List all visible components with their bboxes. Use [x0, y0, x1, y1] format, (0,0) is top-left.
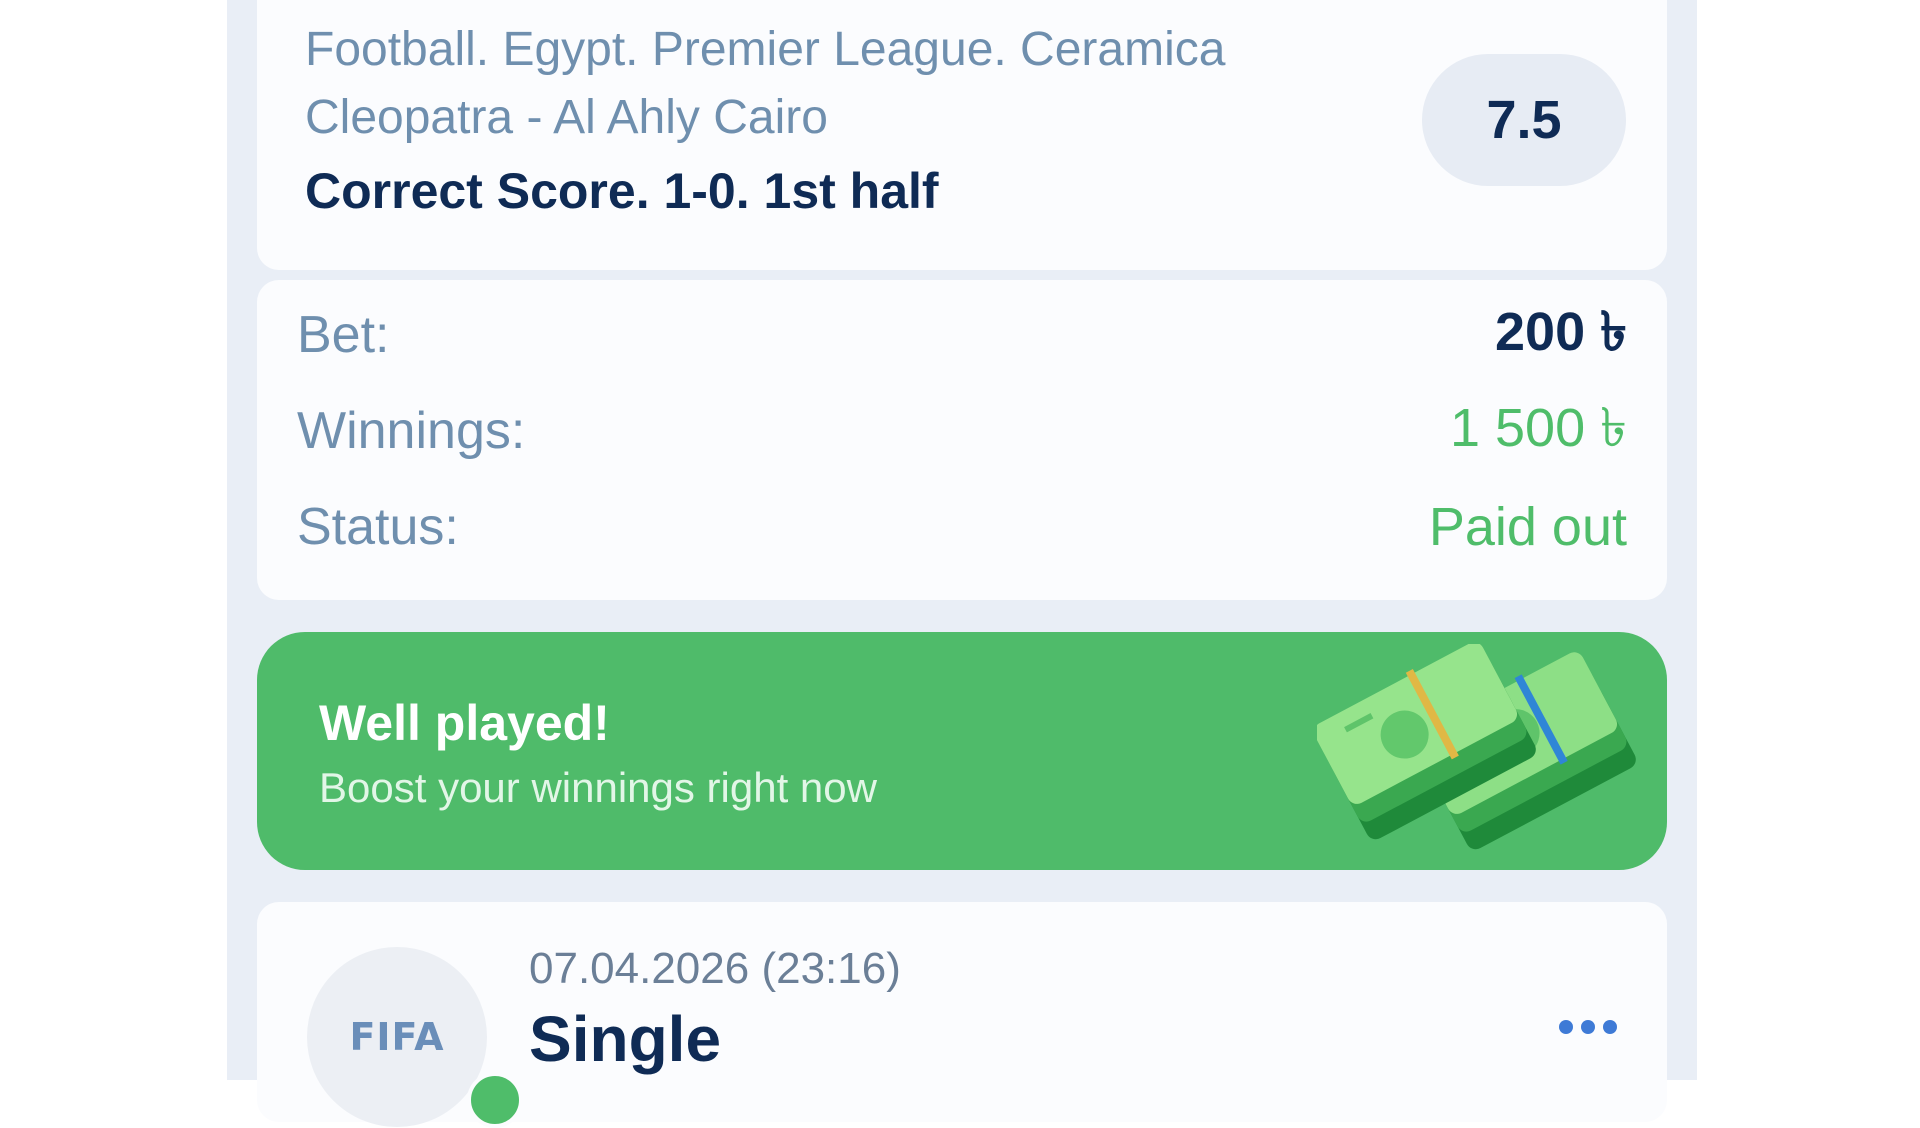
event-title: Football. Egypt. Premier League. Ceramic… [305, 23, 1226, 144]
dot [1559, 1020, 1573, 1034]
status-label: Status: [297, 498, 459, 556]
winnings-value: 1 500 ৳ [1449, 398, 1627, 458]
banner-subtitle: Boost your winnings right now [319, 764, 877, 811]
status-indicator [467, 1072, 523, 1128]
winnings-label: Winnings: [297, 402, 526, 460]
status-row: Status: Paid out [297, 492, 1627, 562]
bet-history-column: Football. Egypt. Premier League. Ceramic… [227, 0, 1697, 1128]
more-dots-icon[interactable] [1559, 1020, 1617, 1034]
fifa-logo: FIFA [349, 1015, 445, 1059]
status-value: Paid out [1428, 497, 1627, 557]
bet-type: Single [529, 1003, 722, 1075]
winnings-row: Winnings: 1 500 ৳ [297, 396, 1627, 466]
dot [1603, 1020, 1617, 1034]
event-card[interactable]: Football. Egypt. Premier League. Ceramic… [257, 0, 1667, 270]
banner-title: Well played! [319, 695, 610, 751]
bet-date: 07.04.2026 (23:16) [529, 944, 901, 993]
boost-winnings-banner[interactable]: Well played! Boost your winnings right n… [257, 632, 1667, 870]
bet-row: Bet: 200 ৳ [297, 300, 1627, 370]
bet-label: Bet: [297, 306, 390, 364]
dot [1581, 1020, 1595, 1034]
event-market: Correct Score. 1-0. 1st half [305, 163, 939, 219]
bet-value: 200 ৳ [1495, 302, 1627, 362]
cash-stack-icon [1317, 644, 1636, 850]
sport-avatar: FIFA [307, 947, 487, 1127]
odds-badge: 7.5 [1422, 54, 1626, 186]
bet-summary-card: Bet: 200 ৳ Winnings: 1 500 ৳ Status: Pai… [257, 280, 1667, 600]
bet-card[interactable]: FIFA 07.04.2026 (23:16) Single [257, 902, 1667, 1128]
